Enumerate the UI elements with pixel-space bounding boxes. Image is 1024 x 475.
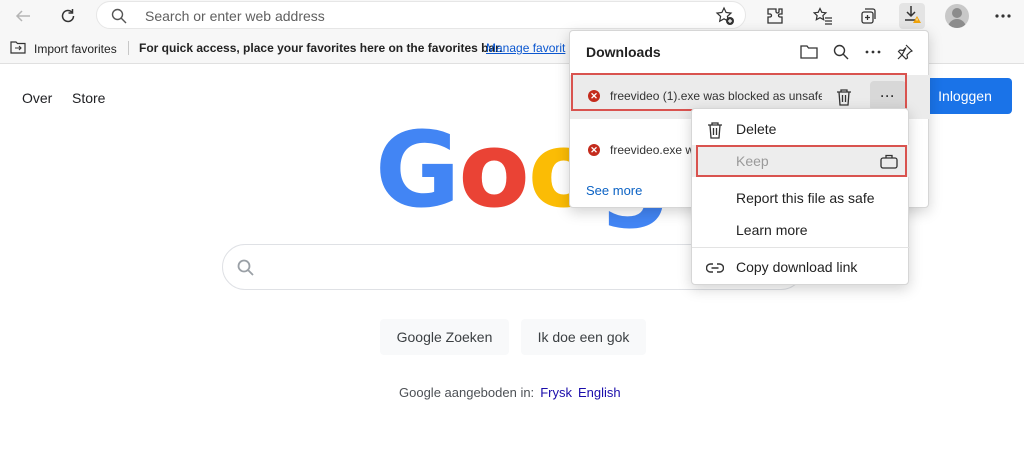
extensions-puzzle-icon[interactable] <box>762 3 788 29</box>
search-icon <box>111 8 127 29</box>
profile-avatar[interactable] <box>945 4 969 28</box>
menu-item-label: Learn more <box>736 222 808 238</box>
language-offer: Google aangeboden in: Frysk English <box>399 385 621 400</box>
download-context-menu: Delete Keep Report this file as safe Lea… <box>691 108 910 285</box>
browser-toolbar: Search or enter web address <box>0 0 1024 32</box>
menu-item-learn-more[interactable]: Learn more <box>692 214 910 246</box>
favbar-hint: For quick access, place your favorites h… <box>139 41 503 55</box>
blocked-error-icon: ✕ <box>588 144 600 156</box>
feeling-lucky-button[interactable]: Ik doe een gok <box>521 319 646 355</box>
logo-letter: G <box>375 109 460 231</box>
import-favorites-label: Import favorites <box>34 41 117 56</box>
downloads-title: Downloads <box>586 44 661 60</box>
menu-item-copy-link[interactable]: Copy download link <box>692 251 910 283</box>
menu-item-label: Report this file as safe <box>736 190 875 206</box>
menu-item-label: Keep <box>736 153 769 169</box>
google-search-button[interactable]: Google Zoeken <box>380 319 509 355</box>
download-filename: freevideo.exe w <box>610 143 695 157</box>
signin-button[interactable]: Inloggen <box>918 78 1012 114</box>
link-icon <box>706 259 724 277</box>
language-link-english[interactable]: English <box>578 385 621 400</box>
back-arrow-icon[interactable] <box>10 3 36 29</box>
collections-icon[interactable] <box>855 3 881 29</box>
menu-item-keep[interactable]: Keep <box>692 145 910 177</box>
refresh-icon[interactable] <box>55 3 81 29</box>
import-favorites-button[interactable]: Import favorites <box>10 40 117 57</box>
menu-item-report-safe[interactable]: Report this file as safe <box>692 182 910 214</box>
more-options-icon[interactable] <box>862 41 884 63</box>
blocked-error-icon: ✕ <box>588 90 600 102</box>
settings-more-icon[interactable] <box>990 3 1016 29</box>
menu-item-delete[interactable]: Delete <box>692 113 910 145</box>
open-folder-icon[interactable] <box>798 41 820 63</box>
nav-link-store[interactable]: Store <box>72 90 105 106</box>
search-icon <box>237 259 255 282</box>
search-downloads-icon[interactable] <box>830 41 852 63</box>
pin-icon[interactable] <box>894 41 916 63</box>
logo-letter: o <box>458 109 529 231</box>
favorites-icon[interactable] <box>810 3 836 29</box>
menu-item-label: Copy download link <box>736 259 858 275</box>
add-favorite-star-icon[interactable] <box>715 6 735 31</box>
download-filename: freevideo (1).exe was blocked as unsafe <box>610 89 822 103</box>
menu-item-label: Delete <box>736 121 777 137</box>
see-more-link[interactable]: See more <box>586 183 642 198</box>
address-bar[interactable]: Search or enter web address <box>96 1 746 29</box>
offered-in-label: Google aangeboden in: <box>399 385 535 400</box>
language-link-frysk[interactable]: Frysk <box>540 385 572 400</box>
trash-icon[interactable] <box>832 85 856 109</box>
briefcase-icon <box>880 153 898 172</box>
trash-icon <box>706 121 724 139</box>
menu-divider <box>692 247 910 248</box>
manage-favorites-link[interactable]: Manage favorit <box>486 41 570 55</box>
item-more-options-button[interactable]: ··· <box>870 81 906 111</box>
address-placeholder: Search or enter web address <box>145 8 325 24</box>
import-folder-icon <box>10 40 26 57</box>
download-arrow-icon <box>902 4 922 29</box>
favbar-divider <box>128 41 129 55</box>
downloads-button[interactable] <box>899 3 925 29</box>
nav-link-over[interactable]: Over <box>22 90 52 106</box>
